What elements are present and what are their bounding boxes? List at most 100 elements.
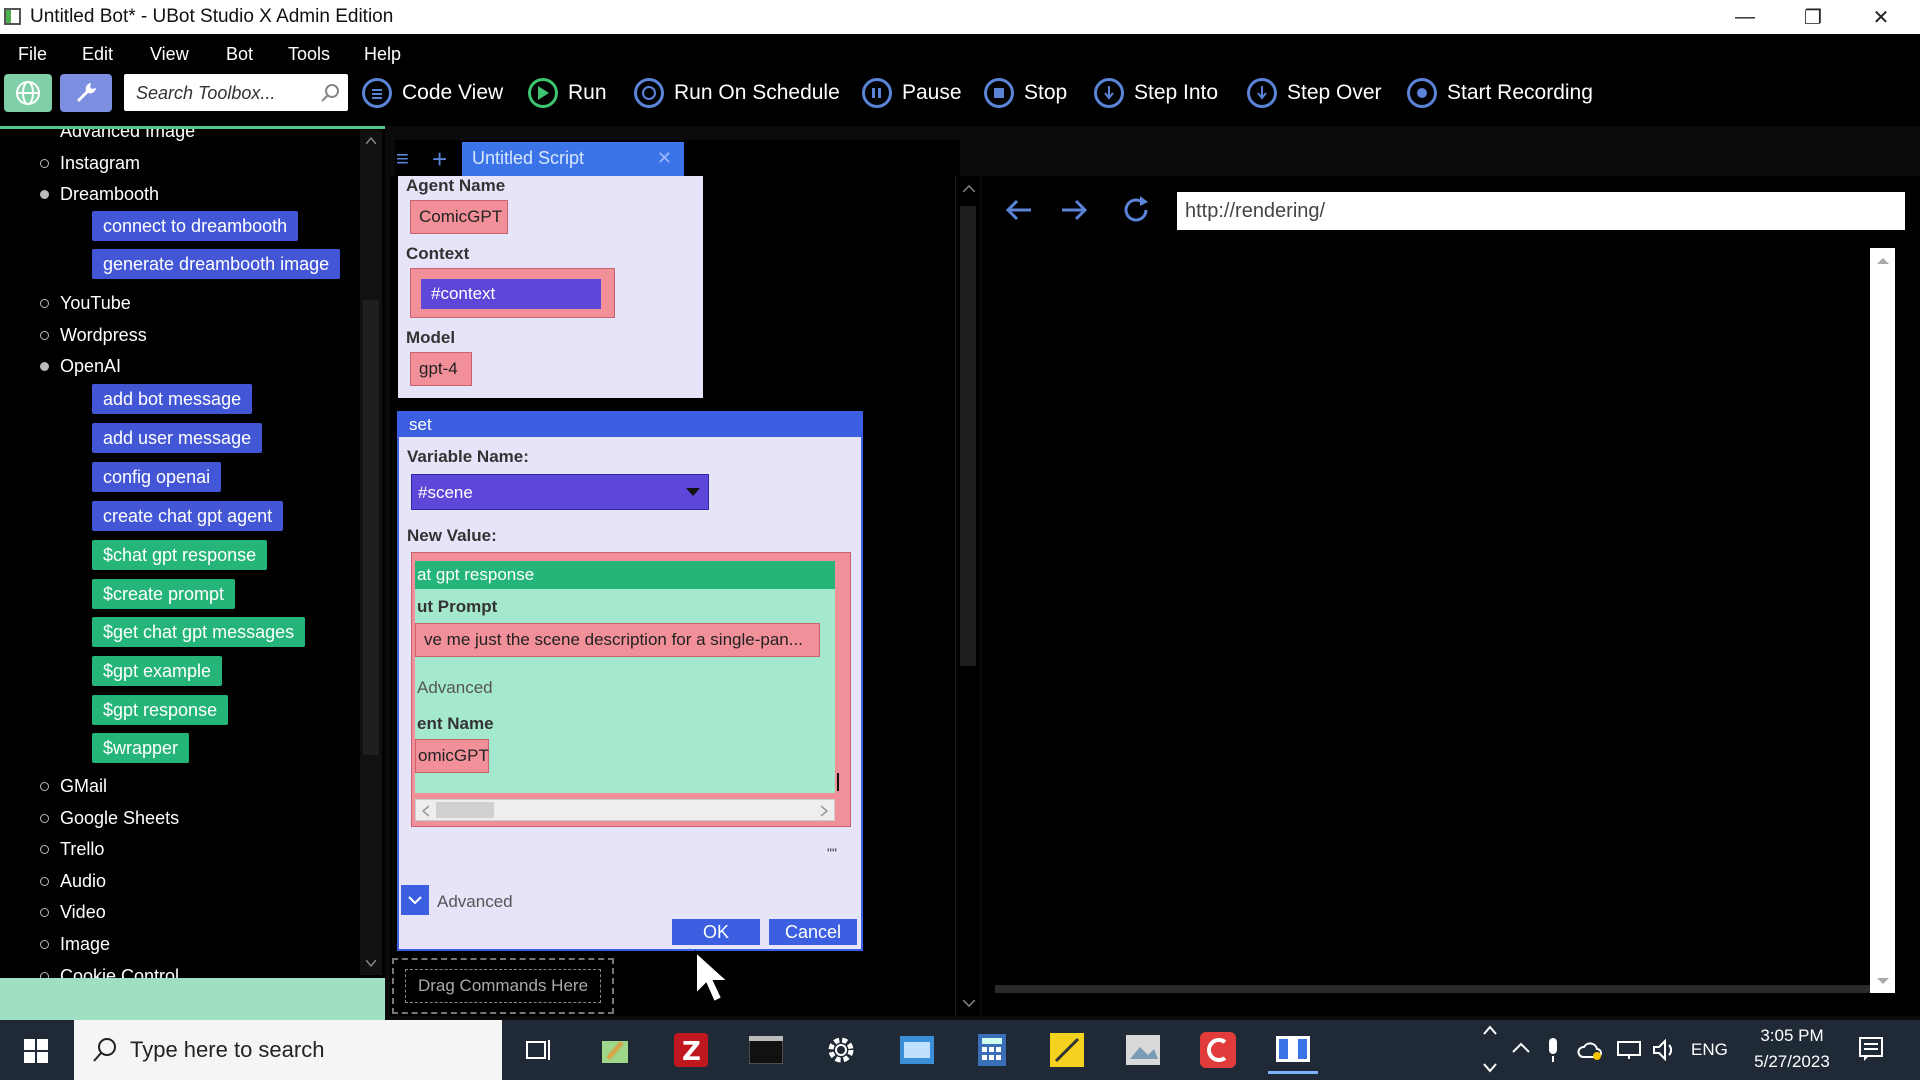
tree-item-video[interactable]: Video (40, 902, 106, 923)
close-button[interactable]: ✕ (1852, 0, 1910, 34)
pause-button[interactable]: Pause (862, 74, 962, 112)
paint-app-icon[interactable] (591, 1026, 641, 1074)
nested-advanced-toggle[interactable]: Advanced (417, 678, 493, 698)
menu-help[interactable]: Help (364, 44, 401, 65)
browser-horizontal-scrollbar[interactable] (995, 985, 1870, 993)
taskbar-scroll-icon[interactable] (1482, 1024, 1498, 1074)
run-on-schedule-button[interactable]: Run On Schedule (634, 74, 840, 112)
tree-item-gmail[interactable]: GMail (40, 776, 107, 797)
volume-icon[interactable] (1652, 1039, 1678, 1061)
show-hidden-icons[interactable] (1512, 1042, 1530, 1054)
step-into-button[interactable]: Step Into (1094, 74, 1218, 112)
menu-edit[interactable]: Edit (82, 44, 113, 65)
cmd-generate-dreambooth-image[interactable]: generate dreambooth image (92, 249, 341, 279)
calculator-icon[interactable] (967, 1026, 1017, 1074)
windows-start-icon[interactable] (24, 1039, 48, 1063)
cmd-create-chat-gpt-agent[interactable]: create chat gpt agent (92, 501, 284, 531)
variable-name-dropdown[interactable]: #scene (411, 474, 709, 510)
tree-item-trello[interactable]: Trello (40, 839, 104, 860)
tab-untitled-script[interactable]: Untitled Script ✕ (462, 142, 684, 176)
ubot-window-icon[interactable] (1268, 1026, 1318, 1074)
cmd-add-bot-message[interactable]: add bot message (92, 384, 253, 414)
task-view-icon[interactable] (515, 1026, 565, 1074)
language-indicator[interactable]: ENG (1691, 1040, 1728, 1060)
nested-agent-field[interactable]: omicGPT (415, 739, 489, 773)
cmd-config-openai[interactable]: config openai (92, 462, 222, 492)
fn-gpt-example[interactable]: $gpt example (92, 656, 223, 686)
nested-horizontal-scrollbar[interactable] (415, 799, 835, 821)
tree-item-cookie-control[interactable]: Cookie Control (40, 966, 179, 978)
refresh-icon[interactable] (1120, 194, 1152, 226)
start-recording-button[interactable]: Start Recording (1407, 74, 1593, 112)
fn-wrapper[interactable]: $wrapper (92, 733, 190, 763)
code-view-button[interactable]: Code View (362, 74, 503, 112)
restore-button[interactable]: ❐ (1784, 0, 1842, 34)
cmd-connect-to-dreambooth[interactable]: connect to dreambooth (92, 211, 299, 241)
tree-item-audio[interactable]: Audio (40, 871, 106, 892)
address-bar-input[interactable]: http://rendering/ (1177, 192, 1905, 230)
drag-commands-dropzone[interactable]: Drag Commands Here (392, 958, 614, 1014)
terminal-icon[interactable] (741, 1026, 791, 1074)
globe-icon[interactable] (4, 74, 52, 112)
network-icon[interactable] (1616, 1040, 1642, 1060)
scroll-right-icon[interactable] (820, 805, 828, 817)
ok-button[interactable]: OK (672, 919, 760, 945)
add-tab-icon[interactable]: + (432, 144, 447, 175)
model-field[interactable]: gpt-4 (410, 352, 472, 386)
scroll-left-icon[interactable] (422, 805, 430, 817)
menu-tools[interactable]: Tools (288, 44, 330, 65)
tree-item-wordpress[interactable]: Wordpress (40, 325, 147, 346)
onedrive-icon[interactable] (1577, 1039, 1603, 1061)
new-value-param[interactable]: at gpt response ut Prompt ve me just the… (411, 552, 851, 827)
menu-view[interactable]: View (150, 44, 189, 65)
fn-create-prompt[interactable]: $create prompt (92, 579, 236, 609)
cancel-button[interactable]: Cancel (769, 919, 857, 945)
scroll-down-icon[interactable] (366, 960, 376, 968)
tree-item-advanced-image[interactable]: Advanced Image (60, 129, 195, 142)
scroll-up-icon[interactable] (366, 136, 376, 144)
menu-file[interactable]: File (18, 44, 47, 65)
create-agent-command[interactable]: Agent Name ComicGPT Context #context Mod… (398, 176, 703, 398)
toolbox-search-input[interactable]: Search Toolbox... (124, 74, 348, 111)
advanced-toggle-button[interactable] (401, 885, 429, 915)
context-variable-chip[interactable]: #context (421, 279, 601, 309)
tree-item-instagram[interactable]: Instagram (40, 153, 140, 174)
clock[interactable]: 3:05 PM 5/27/2023 (1752, 1026, 1832, 1072)
forward-arrow-icon[interactable] (1058, 196, 1090, 224)
tree-item-image[interactable]: Image (40, 934, 110, 955)
tree-item-google-sheets[interactable]: Google Sheets (40, 808, 179, 829)
fn-gpt-response[interactable]: $gpt response (92, 695, 229, 725)
browser-vertical-scrollbar[interactable] (1870, 248, 1895, 993)
tree-item-dreambooth[interactable]: Dreambooth (40, 184, 159, 205)
stop-button[interactable]: Stop (984, 74, 1067, 112)
scroll-down-icon[interactable] (963, 1000, 975, 1008)
nested-chat-gpt-response[interactable]: at gpt response ut Prompt ve me just the… (415, 561, 835, 793)
tree-item-youtube[interactable]: YouTube (40, 293, 131, 314)
toolbox-scrollbar[interactable] (360, 130, 382, 975)
script-vertical-scrollbar[interactable] (955, 176, 980, 1016)
nested-scroll-thumb[interactable] (436, 802, 494, 818)
microphone-icon[interactable] (1546, 1038, 1560, 1062)
step-over-button[interactable]: Step Over (1247, 74, 1382, 112)
taskbar-search-input[interactable]: Type here to search (74, 1020, 502, 1080)
fn-get-chat-gpt-messages[interactable]: $get chat gpt messages (92, 617, 306, 647)
script-scroll-thumb[interactable] (960, 206, 976, 666)
tab-menu-icon[interactable]: ≡ (396, 146, 409, 172)
scroll-down-icon[interactable] (1877, 978, 1889, 986)
sticky-notes-icon[interactable] (1042, 1026, 1092, 1074)
menu-bot[interactable]: Bot (226, 44, 253, 65)
cmd-add-user-message[interactable]: add user message (92, 423, 263, 453)
minimize-button[interactable]: — (1716, 0, 1774, 34)
context-param[interactable]: #context (410, 268, 615, 318)
back-arrow-icon[interactable] (1003, 196, 1035, 224)
agent-name-field[interactable]: ComicGPT (410, 200, 508, 234)
filezilla-icon[interactable]: Z (666, 1026, 716, 1074)
tree-item-openai[interactable]: OpenAI (40, 356, 121, 377)
notification-center-icon[interactable] (1858, 1036, 1884, 1062)
settings-gear-icon[interactable] (816, 1026, 866, 1074)
toolbox-scroll-thumb[interactable] (363, 300, 379, 755)
scroll-up-icon[interactable] (963, 184, 975, 192)
fn-chat-gpt-response[interactable]: $chat gpt response (92, 540, 268, 570)
control-panel-icon[interactable] (892, 1026, 942, 1074)
run-button[interactable]: Run (528, 74, 607, 112)
